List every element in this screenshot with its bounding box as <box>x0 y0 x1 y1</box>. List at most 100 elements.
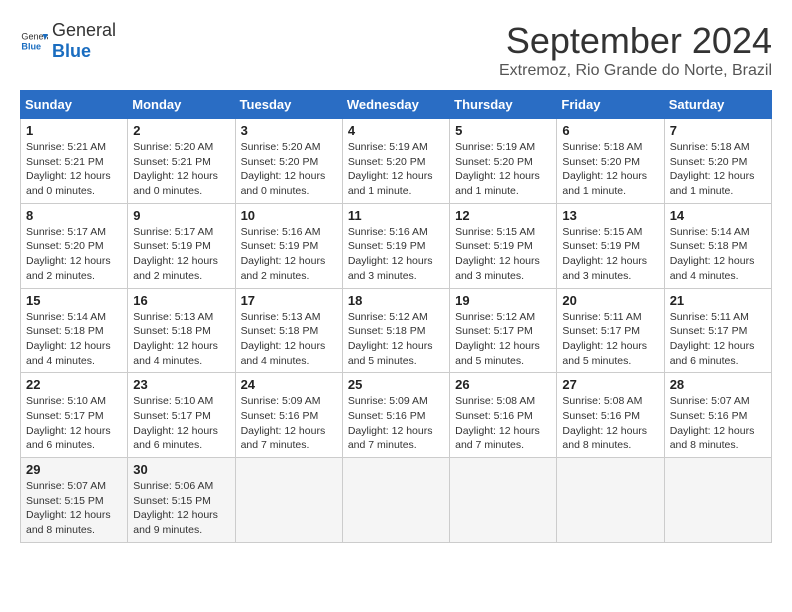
calendar-cell: 9 Sunrise: 5:17 AM Sunset: 5:19 PM Daylig… <box>128 203 235 288</box>
calendar-cell: 15 Sunrise: 5:14 AM Sunset: 5:18 PM Dayli… <box>21 288 128 373</box>
calendar-cell: 3Sunrise: 5:20 AM Sunset: 5:20 PM Daylig… <box>235 119 342 204</box>
calendar-cell <box>557 458 664 543</box>
calendar-body: 1 Sunrise: 5:21 AM Sunset: 5:21 PM Daylig… <box>21 119 772 543</box>
calendar-cell: 7 Sunrise: 5:18 AM Sunset: 5:20 PM Daylig… <box>664 119 771 204</box>
day-info: Sunrise: 5:12 AM Sunset: 5:17 PM Dayligh… <box>455 310 551 369</box>
calendar-cell: 18 Sunrise: 5:12 AM Sunset: 5:18 PM Dayli… <box>342 288 449 373</box>
calendar-cell: 11 Sunrise: 5:16 AM Sunset: 5:19 PM Dayli… <box>342 203 449 288</box>
day-number: 21 <box>670 293 766 308</box>
day-number: 6 <box>562 123 658 138</box>
day-info: Sunrise: 5:17 AM Sunset: 5:19 PM Dayligh… <box>133 225 229 284</box>
day-info: Sunrise: 5:21 AM Sunset: 5:21 PM Dayligh… <box>26 140 122 199</box>
calendar-cell: 2Sunrise: 5:20 AM Sunset: 5:21 PM Daylig… <box>128 119 235 204</box>
day-info: Sunrise: 5:14 AM Sunset: 5:18 PM Dayligh… <box>670 225 766 284</box>
day-info: Sunrise: 5:16 AM Sunset: 5:19 PM Dayligh… <box>348 225 444 284</box>
day-number: 14 <box>670 208 766 223</box>
day-info: Sunrise: 5:15 AM Sunset: 5:19 PM Dayligh… <box>562 225 658 284</box>
day-info: Sunrise: 5:07 AM Sunset: 5:15 PM Dayligh… <box>26 479 122 538</box>
day-number: 19 <box>455 293 551 308</box>
day-number: 16 <box>133 293 229 308</box>
day-number: 30 <box>133 462 229 477</box>
day-number: 15 <box>26 293 122 308</box>
day-number: 25 <box>348 377 444 392</box>
calendar-cell <box>450 458 557 543</box>
day-info: Sunrise: 5:11 AM Sunset: 5:17 PM Dayligh… <box>670 310 766 369</box>
calendar-table: Sunday Monday Tuesday Wednesday Thursday… <box>20 90 772 543</box>
calendar-cell: 13 Sunrise: 5:15 AM Sunset: 5:19 PM Dayli… <box>557 203 664 288</box>
title-area: September 2024 Extremoz, Rio Grande do N… <box>499 20 772 80</box>
day-number: 5 <box>455 123 551 138</box>
day-number: 20 <box>562 293 658 308</box>
calendar-cell: 5Sunrise: 5:19 AM Sunset: 5:20 PM Daylig… <box>450 119 557 204</box>
day-info: Sunrise: 5:20 AM Sunset: 5:21 PM Dayligh… <box>133 140 229 199</box>
day-info: Sunrise: 5:17 AM Sunset: 5:20 PM Dayligh… <box>26 225 122 284</box>
logo-blue: Blue <box>52 41 91 61</box>
day-number: 3 <box>241 123 337 138</box>
calendar-cell: 27Sunrise: 5:08 AM Sunset: 5:16 PM Dayli… <box>557 373 664 458</box>
day-info: Sunrise: 5:13 AM Sunset: 5:18 PM Dayligh… <box>241 310 337 369</box>
day-number: 26 <box>455 377 551 392</box>
day-number: 12 <box>455 208 551 223</box>
calendar-cell: 12 Sunrise: 5:15 AM Sunset: 5:19 PM Dayli… <box>450 203 557 288</box>
day-number: 1 <box>26 123 122 138</box>
day-number: 13 <box>562 208 658 223</box>
col-friday: Friday <box>557 91 664 119</box>
calendar-week-4: 22 Sunrise: 5:10 AM Sunset: 5:17 PM Dayli… <box>21 373 772 458</box>
calendar-week-1: 1 Sunrise: 5:21 AM Sunset: 5:21 PM Daylig… <box>21 119 772 204</box>
col-sunday: Sunday <box>21 91 128 119</box>
day-info: Sunrise: 5:16 AM Sunset: 5:19 PM Dayligh… <box>241 225 337 284</box>
day-info: Sunrise: 5:08 AM Sunset: 5:16 PM Dayligh… <box>455 394 551 453</box>
day-number: 22 <box>26 377 122 392</box>
day-number: 8 <box>26 208 122 223</box>
calendar-cell: 24Sunrise: 5:09 AM Sunset: 5:16 PM Dayli… <box>235 373 342 458</box>
day-number: 23 <box>133 377 229 392</box>
day-info: Sunrise: 5:07 AM Sunset: 5:16 PM Dayligh… <box>670 394 766 453</box>
day-info: Sunrise: 5:12 AM Sunset: 5:18 PM Dayligh… <box>348 310 444 369</box>
day-number: 7 <box>670 123 766 138</box>
calendar-subtitle: Extremoz, Rio Grande do Norte, Brazil <box>499 62 772 80</box>
day-info: Sunrise: 5:08 AM Sunset: 5:16 PM Dayligh… <box>562 394 658 453</box>
svg-text:Blue: Blue <box>21 41 41 51</box>
col-wednesday: Wednesday <box>342 91 449 119</box>
calendar-cell: 17 Sunrise: 5:13 AM Sunset: 5:18 PM Dayli… <box>235 288 342 373</box>
logo: General Blue General Blue <box>20 20 116 62</box>
day-number: 17 <box>241 293 337 308</box>
calendar-cell <box>235 458 342 543</box>
calendar-cell: 22 Sunrise: 5:10 AM Sunset: 5:17 PM Dayli… <box>21 373 128 458</box>
calendar-header-row: Sunday Monday Tuesday Wednesday Thursday… <box>21 91 772 119</box>
col-thursday: Thursday <box>450 91 557 119</box>
calendar-cell: 20 Sunrise: 5:11 AM Sunset: 5:17 PM Dayli… <box>557 288 664 373</box>
day-number: 9 <box>133 208 229 223</box>
day-number: 28 <box>670 377 766 392</box>
calendar-cell: 25Sunrise: 5:09 AM Sunset: 5:16 PM Dayli… <box>342 373 449 458</box>
calendar-cell: 26 Sunrise: 5:08 AM Sunset: 5:16 PM Dayli… <box>450 373 557 458</box>
calendar-cell: 4Sunrise: 5:19 AM Sunset: 5:20 PM Daylig… <box>342 119 449 204</box>
calendar-cell: 19 Sunrise: 5:12 AM Sunset: 5:17 PM Dayli… <box>450 288 557 373</box>
logo-general: General <box>52 20 116 40</box>
day-number: 18 <box>348 293 444 308</box>
header: General Blue General Blue September 2024… <box>20 20 772 80</box>
day-info: Sunrise: 5:19 AM Sunset: 5:20 PM Dayligh… <box>348 140 444 199</box>
day-info: Sunrise: 5:09 AM Sunset: 5:16 PM Dayligh… <box>241 394 337 453</box>
day-info: Sunrise: 5:06 AM Sunset: 5:15 PM Dayligh… <box>133 479 229 538</box>
calendar-week-2: 8 Sunrise: 5:17 AM Sunset: 5:20 PM Daylig… <box>21 203 772 288</box>
col-tuesday: Tuesday <box>235 91 342 119</box>
calendar-cell: 10Sunrise: 5:16 AM Sunset: 5:19 PM Dayli… <box>235 203 342 288</box>
col-monday: Monday <box>128 91 235 119</box>
calendar-cell <box>342 458 449 543</box>
day-info: Sunrise: 5:18 AM Sunset: 5:20 PM Dayligh… <box>670 140 766 199</box>
day-info: Sunrise: 5:11 AM Sunset: 5:17 PM Dayligh… <box>562 310 658 369</box>
day-info: Sunrise: 5:14 AM Sunset: 5:18 PM Dayligh… <box>26 310 122 369</box>
col-saturday: Saturday <box>664 91 771 119</box>
day-info: Sunrise: 5:13 AM Sunset: 5:18 PM Dayligh… <box>133 310 229 369</box>
day-info: Sunrise: 5:10 AM Sunset: 5:17 PM Dayligh… <box>26 394 122 453</box>
calendar-cell: 14 Sunrise: 5:14 AM Sunset: 5:18 PM Dayli… <box>664 203 771 288</box>
day-number: 11 <box>348 208 444 223</box>
calendar-week-3: 15 Sunrise: 5:14 AM Sunset: 5:18 PM Dayli… <box>21 288 772 373</box>
calendar-title: September 2024 <box>499 20 772 62</box>
calendar-week-5: 29 Sunrise: 5:07 AM Sunset: 5:15 PM Dayli… <box>21 458 772 543</box>
day-info: Sunrise: 5:15 AM Sunset: 5:19 PM Dayligh… <box>455 225 551 284</box>
calendar-cell: 8 Sunrise: 5:17 AM Sunset: 5:20 PM Daylig… <box>21 203 128 288</box>
day-info: Sunrise: 5:10 AM Sunset: 5:17 PM Dayligh… <box>133 394 229 453</box>
day-number: 29 <box>26 462 122 477</box>
